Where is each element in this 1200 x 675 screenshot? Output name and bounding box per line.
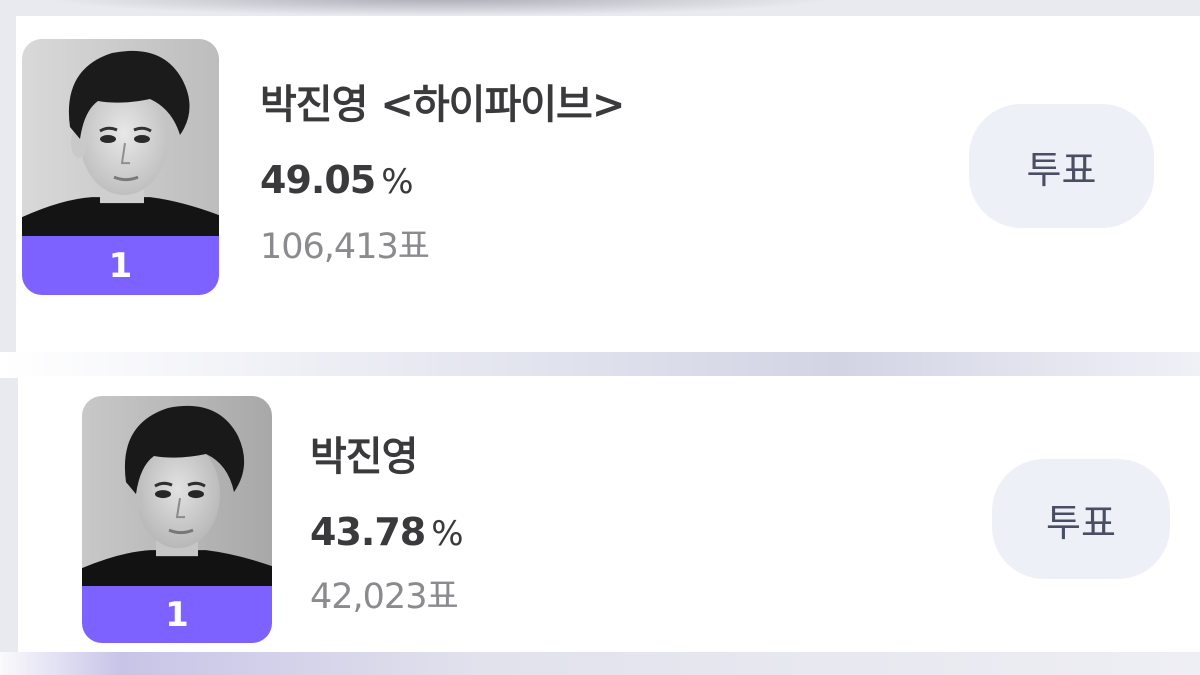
vote-button-label: 투표	[1026, 147, 1097, 192]
vote-percentage: 49.05%	[260, 158, 414, 202]
vote-count: 42,023표	[310, 577, 459, 617]
bottom-shadow	[0, 652, 1200, 675]
candidate-photo	[22, 39, 219, 237]
candidate-photo	[82, 396, 272, 587]
vote-button-label: 투표	[1046, 500, 1116, 545]
vote-percentage: 43.78%	[310, 510, 464, 554]
card-separator	[0, 352, 1200, 378]
candidate-card: 1 박진영 <하이파이브> 49.05% 106,413표 투표	[16, 16, 1200, 354]
rank-badge: 1	[22, 236, 219, 295]
vote-button[interactable]: 투표	[969, 104, 1154, 228]
percentage-unit: %	[381, 162, 414, 202]
candidate-name: 박진영	[310, 434, 418, 480]
percentage-unit: %	[431, 514, 464, 554]
candidate-name: 박진영 <하이파이브>	[260, 82, 625, 128]
candidate-thumbnail: 1	[22, 39, 219, 295]
top-shadow	[40, 0, 840, 16]
percentage-value: 43.78	[310, 510, 426, 554]
rank-number: 1	[165, 594, 189, 635]
rank-badge: 1	[82, 586, 272, 643]
percentage-value: 49.05	[260, 158, 376, 202]
vote-count: 106,413표	[260, 227, 430, 267]
rank-number: 1	[108, 245, 133, 286]
candidate-card: 1 박진영 43.78% 42,023표 투표	[18, 376, 1200, 654]
candidate-thumbnail: 1	[82, 396, 272, 643]
vote-button[interactable]: 투표	[992, 459, 1170, 579]
